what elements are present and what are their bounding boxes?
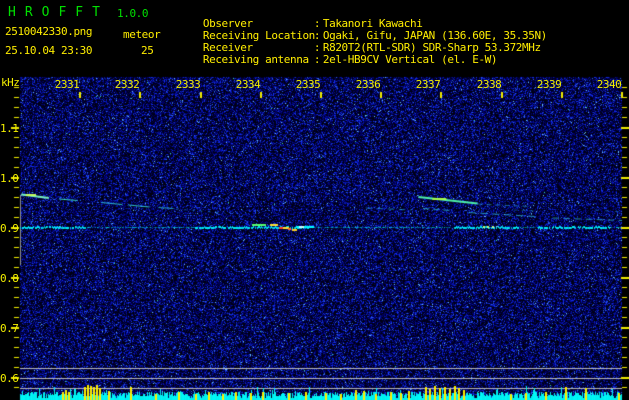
freq-tick-label: 0.9 <box>0 222 19 235</box>
freq-axis-unit-label: kHz <box>1 76 20 89</box>
info-row-antenna: Receiving antenna:2el-HB9CV Vertical (el… <box>178 42 498 78</box>
time-tick-label: 2333 <box>175 78 201 91</box>
freq-tick-label: 0.6 <box>0 372 19 385</box>
info-label: Receiving antenna <box>202 53 309 66</box>
time-tick-label: 2340 <box>596 78 622 91</box>
time-tick-label: 2338 <box>476 78 502 91</box>
freq-tick-label: 0.7 <box>0 322 19 335</box>
mode-label: meteor <box>123 28 161 41</box>
time-tick-label: 2339 <box>536 78 562 91</box>
hrofft-screenshot: HROFFT 1.0.0 2510042330.png meteor 25.10… <box>0 0 629 400</box>
colon: : <box>313 53 321 66</box>
freq-tick-label: 1.1 <box>0 122 19 135</box>
freq-tick-label: 1.0 <box>0 172 19 185</box>
time-tick-label: 2336 <box>355 78 381 91</box>
datetime-label: 25.10.04 23:30 <box>5 44 93 57</box>
output-filename: 2510042330.png <box>5 25 93 38</box>
time-tick-label: 2332 <box>114 78 140 91</box>
time-tick-label: 2334 <box>235 78 261 91</box>
info-value: 2el-HB9CV Vertical (el. E-W) <box>322 53 498 66</box>
echo-count: 25 <box>141 44 154 57</box>
time-tick-label: 2335 <box>295 78 321 91</box>
time-tick-label: 2337 <box>415 78 441 91</box>
time-tick-label: 2331 <box>54 78 80 91</box>
freq-tick-label: 0.8 <box>0 272 19 285</box>
app-version: 1.0.0 <box>117 7 149 20</box>
app-title: HROFFT <box>8 5 109 20</box>
